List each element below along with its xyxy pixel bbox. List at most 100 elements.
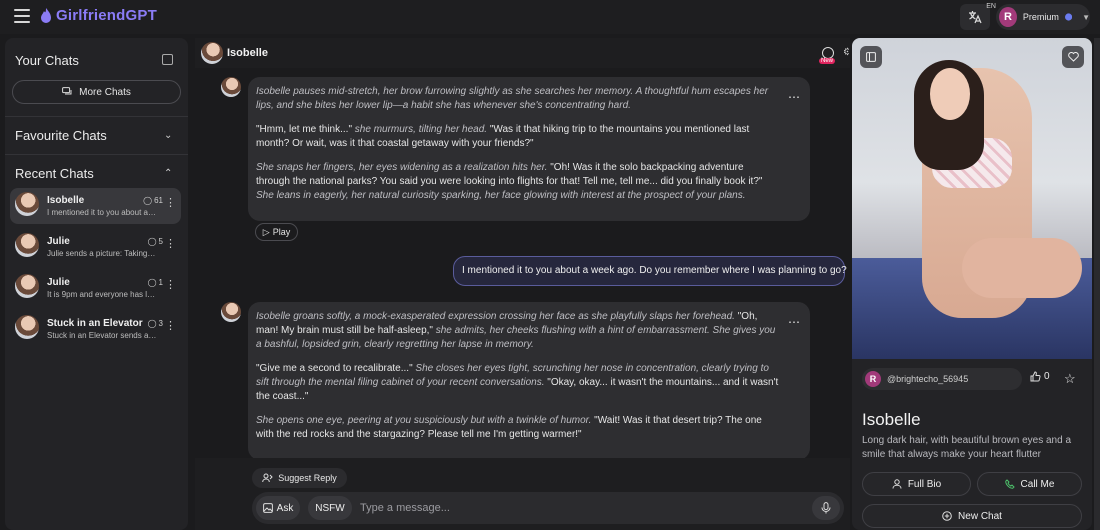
message-paragraph: "Hmm, let me think..." she murmurs, tilt… [256,123,780,151]
narration-text: She leans in eagerly, her natural curios… [256,190,746,201]
message-input-bar: Ask NSFW [252,492,844,524]
chat-name: Isobelle [47,195,85,206]
language-button[interactable]: EN [960,3,996,30]
chat-name: Stuck in an Elevator [47,318,143,329]
collapse-sidebar-icon[interactable] [162,54,173,65]
message-paragraph: Isobelle pauses mid-stretch, her brow fu… [256,85,780,113]
phone-icon [1004,479,1015,489]
chat-header: Isobelle New ⚙ [195,38,850,68]
call-me-label: Call Me [1020,478,1055,490]
message-count-value: 1 [158,278,163,287]
play-icon: ▷ [262,226,270,237]
new-chat-button[interactable]: New Chat [862,504,1082,528]
creator-handle: @brightecho_56945 [887,374,969,384]
full-bio-label: Full Bio [907,478,942,490]
narration-text: She opens one eye, peering at you suspic… [256,415,592,426]
sidebar-title: Your Chats [15,53,79,68]
message-count: ◯ 5 [148,237,163,246]
message-input[interactable] [360,496,790,520]
chevron-down-icon: ▼ [1082,12,1090,22]
character-avatar[interactable] [201,42,223,64]
star-icon[interactable]: ☆ [1064,371,1076,387]
avatar [15,315,39,339]
divider [5,154,188,155]
message-count-value: 3 [158,319,163,328]
chat-preview: I mentioned it to you about a week ago. … [47,208,157,217]
message-paragraph: She opens one eye, peering at you suspic… [256,414,780,442]
hamburger-menu-icon[interactable] [14,9,30,23]
message-paragraph: Isobelle groans softly, a mock-exasperat… [256,310,780,352]
more-options-icon[interactable]: ⋮ [165,198,176,209]
heart-icon[interactable] [1062,46,1084,68]
character-photo[interactable] [852,38,1092,359]
chat-list-item[interactable]: Julie It is 9pm and everyone has left th… [10,270,181,306]
chat-preview: Stuck in an Elevator sends a photo [47,331,157,340]
chat-list-item[interactable]: Isobelle I mentioned it to you about a w… [10,188,181,224]
flame-icon [41,7,51,23]
ask-button[interactable]: Ask [256,496,300,520]
like-button[interactable]: 0 [1030,371,1050,382]
character-message: Isobelle pauses mid-stretch, her brow fu… [248,77,810,221]
profile-name: Isobelle [862,410,921,429]
character-avatar [221,302,241,322]
character-name: Isobelle [227,47,268,59]
chat-list-item[interactable]: Stuck in an Elevator Stuck in an Elevato… [10,311,181,347]
chat-name: Julie [47,236,70,247]
play-label: Play [272,227,291,237]
settings-icon[interactable]: ⚙ [843,47,849,59]
scrollbar[interactable] [1094,38,1100,530]
chat-name: Julie [47,277,70,288]
message-count: ◯ 1 [148,278,163,287]
chat-messages: Isobelle pauses mid-stretch, her brow fu… [195,68,850,458]
top-bar: GirlfriendGPT EN R Premium ▼ [0,0,1100,34]
avatar [15,274,39,298]
message-options-icon[interactable]: ⋯ [784,87,804,107]
chevron-down-icon[interactable]: ⌄ [164,130,172,141]
more-chats-label: More Chats [79,86,131,98]
chat-list-item[interactable]: Julie Julie sends a picture: Taking a br… [10,229,181,265]
narration-text: Isobelle pauses mid-stretch, her brow fu… [256,86,769,111]
more-options-icon[interactable]: ⋮ [165,321,176,332]
character-message: Isobelle groans softly, a mock-exasperat… [248,302,810,458]
message-paragraph: "Give me a second to recalibrate..." She… [256,362,780,404]
language-badge: EN [986,3,996,10]
character-profile-panel: R @brightecho_56945 0 ☆ Isobelle Long da… [852,38,1092,530]
full-bio-button[interactable]: Full Bio [862,472,971,496]
call-me-button[interactable]: Call Me [977,472,1082,496]
recent-chats-toggle[interactable]: Recent Chats [15,166,94,181]
message-count-icon: ◯ [143,196,153,205]
narration-text: Isobelle groans softly, a mock-exasperat… [256,311,735,322]
message-count: ◯ 61 [143,196,163,205]
ask-label: Ask [276,502,294,514]
microphone-button[interactable] [812,496,840,520]
chat-preview: Julie sends a picture: Taking a break [47,249,157,258]
chat-preview: It is 9pm and everyone has left the offi… [47,290,157,299]
plan-label: Premium [1022,12,1059,22]
chevron-up-icon[interactable]: ⌃ [164,168,172,179]
message-options-icon[interactable]: ⋯ [784,312,804,332]
translate-icon [969,11,982,24]
favourite-chats-toggle[interactable]: Favourite Chats [15,128,107,143]
message-count-value: 5 [158,237,163,246]
expand-panel-icon[interactable] [860,46,882,68]
dialogue-text: "Give me a second to recalibrate..." [256,363,416,374]
nsfw-button[interactable]: NSFW [308,496,352,520]
chats-sidebar: Your Chats More Chats Favourite Chats ⌄ … [5,38,188,530]
plus-circle-icon [942,511,952,521]
chat-bubbles-icon [62,87,72,95]
account-menu[interactable]: R Premium ▼ [996,4,1090,30]
divider [5,116,188,117]
more-options-icon[interactable]: ⋮ [165,239,176,250]
app-name: GirlfriendGPT [56,7,157,24]
message-paragraph: She snaps her fingers, her eyes widening… [256,161,780,203]
avatar [15,192,39,216]
suggest-reply-button[interactable]: Suggest Reply [252,468,347,488]
creator-tag[interactable]: R @brightecho_56945 [862,368,1022,390]
more-chats-button[interactable]: More Chats [12,80,181,104]
play-audio-button[interactable]: ▷ Play [255,223,298,241]
app-logo[interactable]: GirlfriendGPT [40,7,157,24]
microphone-icon [821,502,831,514]
more-options-icon[interactable]: ⋮ [165,280,176,291]
new-badge: New [819,58,836,64]
narration-text: She snaps her fingers, her eyes widening… [256,162,548,173]
